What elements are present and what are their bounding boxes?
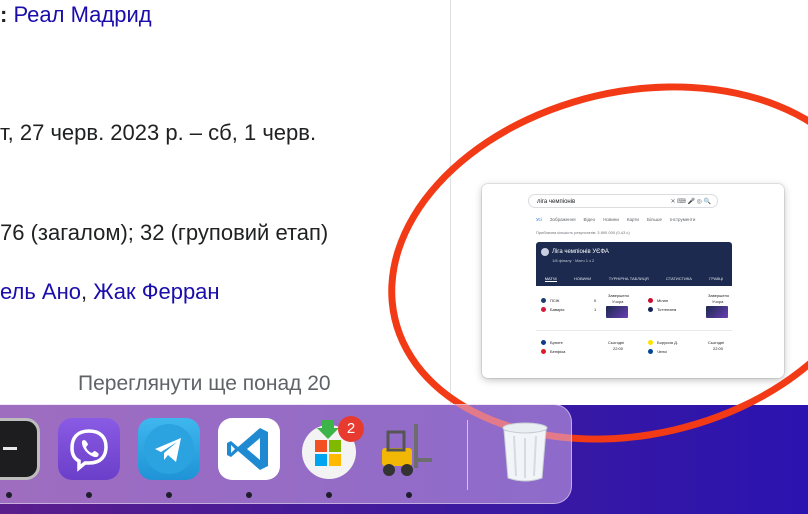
running-indicator: [246, 492, 252, 498]
infobox-label: :: [0, 2, 8, 27]
telegram-icon[interactable]: [138, 418, 200, 480]
running-indicator: [6, 492, 12, 498]
trash-glyph: [502, 422, 548, 482]
infobox-founders-row: ель Ано, Жак Ферран: [0, 279, 220, 305]
running-indicator: [406, 492, 412, 498]
terminal-cursor: [3, 447, 17, 450]
vscode-glyph: [227, 428, 268, 470]
founder-link-2[interactable]: Жак Ферран: [93, 279, 219, 304]
winner-link[interactable]: Реал Мадрид: [13, 2, 151, 27]
viber-icon[interactable]: [58, 418, 120, 480]
running-indicator: [326, 492, 332, 498]
forklift-glyph: [382, 424, 432, 476]
infobox-teams: 76 (загалом); 32 (груповий етап): [0, 220, 329, 245]
forklift-icon[interactable]: [374, 418, 436, 480]
viber-glyph: [70, 429, 108, 472]
see-more-link[interactable]: Переглянути ще понад 20: [78, 372, 331, 396]
founder-separator: ,: [80, 279, 94, 304]
founder-link-1[interactable]: ель Ано: [0, 279, 81, 304]
running-indicator: [86, 492, 92, 498]
infobox-dates: т, 27 черв. 2023 р. – сб, 1 черв.: [0, 120, 317, 145]
vscode-icon[interactable]: [218, 418, 280, 480]
dock-separator: [467, 420, 468, 490]
infobox-winner-row: : Реал Мадрид: [0, 2, 152, 28]
notification-badge: 2: [338, 416, 364, 442]
trash-icon[interactable]: [494, 418, 556, 482]
running-indicator: [166, 492, 172, 498]
telegram-glyph: [144, 424, 194, 474]
terminal-icon[interactable]: [0, 418, 40, 480]
